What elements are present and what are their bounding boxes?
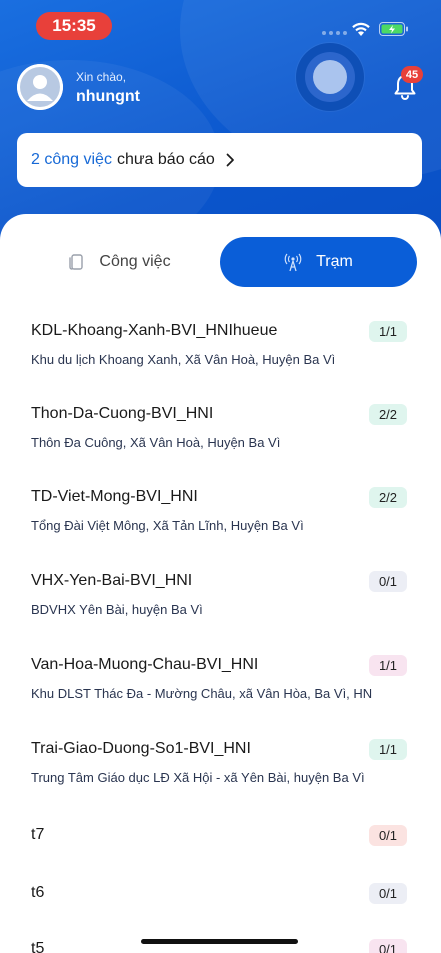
station-progress-badge: 0/1 — [369, 883, 407, 904]
assistant-ring — [305, 52, 355, 102]
station-progress-badge: 1/1 — [369, 739, 407, 760]
station-address: Tổng Đài Việt Mông, Xã Tản Lĩnh, Huyện B… — [31, 518, 304, 533]
station-name: Van-Hoa-Muong-Chau-BVI_HNI — [31, 656, 259, 673]
status-time: 15:35 — [36, 12, 112, 40]
home-indicator — [141, 939, 298, 944]
station-address: Thôn Đa Cuông, Xã Vân Hoà, Huyện Ba Vì — [31, 435, 281, 450]
username: nhungnt — [76, 88, 140, 105]
station-row[interactable]: t5 0/1 — [0, 916, 441, 953]
station-address: Khu du lịch Khoang Xanh, Xã Vân Hoà, Huy… — [31, 352, 336, 367]
station-name: Thon-Da-Cuong-BVI_HNI — [31, 405, 214, 422]
chevron-right-icon — [226, 153, 234, 167]
tab-jobs[interactable]: Công việc — [20, 237, 218, 287]
assistant-button[interactable] — [296, 43, 364, 111]
status-dots — [322, 31, 347, 35]
station-progress-badge: 2/2 — [369, 404, 407, 425]
station-row[interactable]: VHX-Yen-Bai-BVI_HNI BDVHX Yên Bài, huyện … — [0, 550, 441, 620]
station-address: BDVHX Yên Bài, huyện Ba Vì — [31, 602, 203, 617]
station-row[interactable]: Van-Hoa-Muong-Chau-BVI_HNI Khu DLST Thác … — [0, 634, 441, 704]
station-address: Khu DLST Thác Đa - Mường Châu, xã Vân Hò… — [31, 686, 373, 701]
station-progress-badge: 0/1 — [369, 571, 407, 592]
station-name: KDL-Khoang-Xanh-BVI_HNIhueue — [31, 322, 278, 339]
station-row[interactable]: Thon-Da-Cuong-BVI_HNI Thôn Đa Cuông, Xã V… — [0, 383, 441, 453]
station-row[interactable]: TD-Viet-Mong-BVI_HNI Tổng Đài Việt Mông, … — [0, 466, 441, 536]
unreported-jobs-card[interactable]: 2 công việc chưa báo cáo — [17, 133, 422, 187]
station-row[interactable]: Trai-Giao-Duong-So1-BVI_HNI Trung Tâm Giá… — [0, 718, 441, 788]
station-row[interactable]: t6 0/1 — [0, 860, 441, 904]
station-name: t7 — [31, 826, 45, 843]
antenna-tower-icon — [284, 253, 302, 272]
greeting-text: Xin chào, — [76, 70, 127, 84]
avatar[interactable] — [17, 64, 63, 110]
wifi-icon — [352, 22, 370, 36]
station-name: Trai-Giao-Duong-So1-BVI_HNI — [31, 740, 251, 757]
station-progress-badge: 1/1 — [369, 321, 407, 342]
tab-jobs-label: Công việc — [99, 253, 171, 270]
station-row[interactable]: t7 0/1 — [0, 802, 441, 846]
tab-stations-label: Trạm — [316, 253, 353, 270]
assistant-core — [313, 60, 347, 94]
tab-stations[interactable]: Trạm — [220, 237, 417, 287]
station-name: TD-Viet-Mong-BVI_HNI — [31, 488, 198, 505]
station-progress-badge: 2/2 — [369, 487, 407, 508]
station-name: VHX-Yen-Bai-BVI_HNI — [31, 572, 193, 589]
user-icon — [17, 64, 63, 110]
unreported-count: 2 công việc — [31, 151, 112, 168]
station-progress-badge: 0/1 — [369, 825, 407, 846]
unreported-suffix: chưa báo cáo — [116, 151, 215, 168]
station-progress-badge: 0/1 — [369, 939, 407, 953]
station-address: Trung Tâm Giáo dục LĐ Xã Hội - xã Yên Bà… — [31, 770, 365, 785]
station-progress-badge: 1/1 — [369, 655, 407, 676]
battery-icon — [379, 22, 408, 36]
document-stack-icon — [69, 254, 84, 270]
station-name: t5 — [31, 940, 45, 953]
notification-badge: 45 — [401, 66, 423, 83]
station-name: t6 — [31, 884, 45, 901]
station-row[interactable]: KDL-Khoang-Xanh-BVI_HNIhueue Khu du lịch … — [0, 300, 441, 370]
